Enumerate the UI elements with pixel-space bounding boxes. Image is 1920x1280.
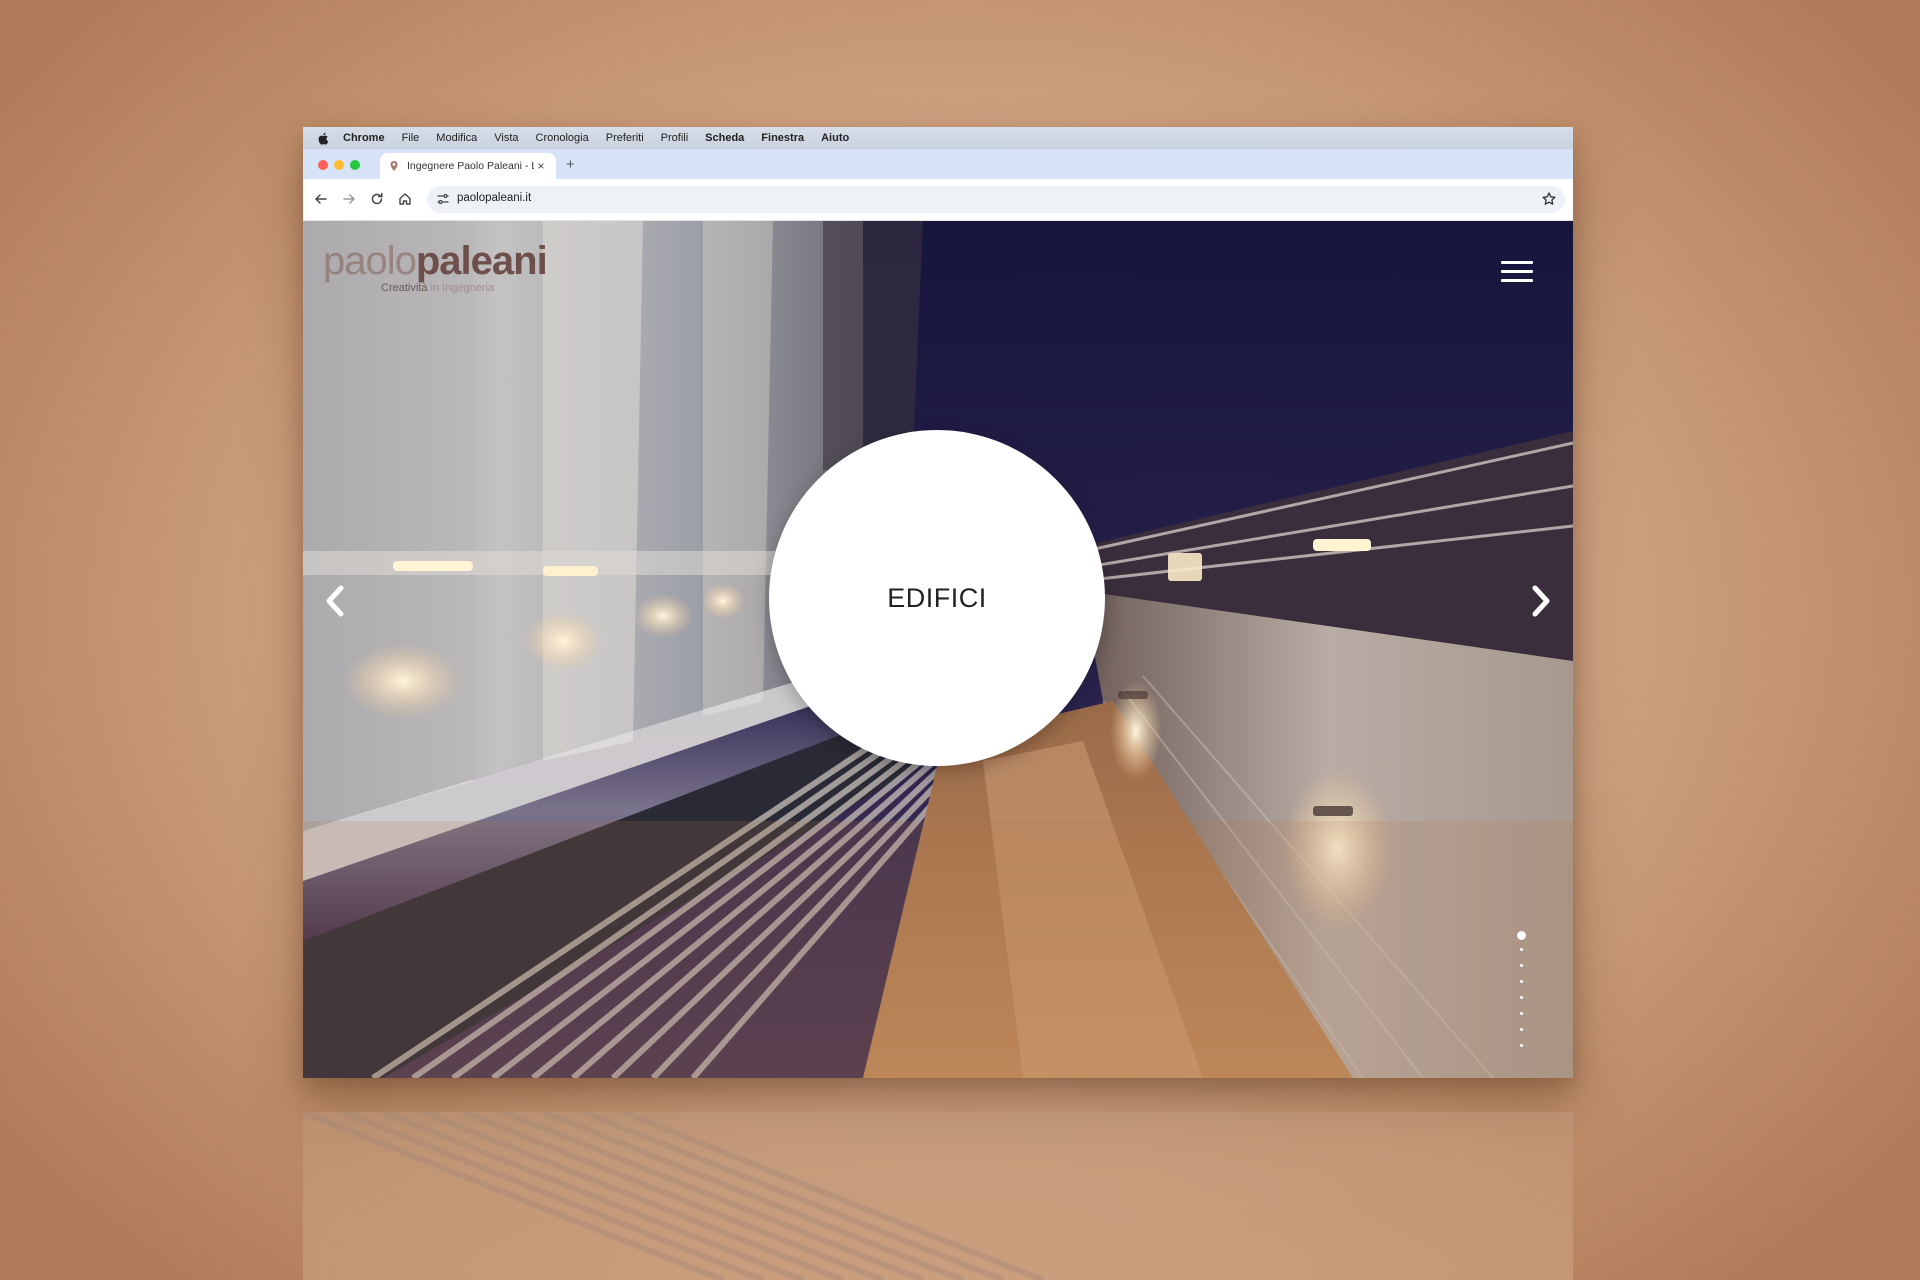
address-bar[interactable]: paolopaleani.it [427, 186, 1565, 213]
pagination-dot[interactable] [1519, 964, 1523, 967]
website-hero: paolopaleani Creatività in Ingegneria ED… [303, 221, 1573, 1078]
menu-finestra[interactable]: Finestra [761, 132, 804, 144]
hamburger-line [1501, 261, 1533, 264]
pagination-dot[interactable] [1519, 1044, 1523, 1047]
slide-label: EDIFICI [887, 582, 987, 613]
apple-icon[interactable] [317, 132, 329, 145]
zoom-window-button[interactable] [350, 160, 360, 170]
chevron-right-icon[interactable] [1529, 584, 1553, 618]
hamburger-line [1501, 279, 1533, 282]
bookmark-star-icon[interactable] [1541, 191, 1557, 207]
tab-close-icon[interactable]: × [534, 159, 548, 173]
menu-scheda[interactable]: Scheda [705, 132, 744, 144]
site-settings-icon[interactable] [436, 192, 450, 206]
home-icon[interactable] [397, 191, 413, 207]
slide-label-circle[interactable]: EDIFICI [769, 430, 1105, 766]
hamburger-line [1501, 270, 1533, 273]
tab-title: Ingegnere Paolo Paleani - Lo [407, 160, 534, 172]
reflection-image [303, 1112, 1573, 1280]
close-window-button[interactable] [318, 160, 328, 170]
pagination-dot[interactable] [1519, 1012, 1523, 1015]
tab-strip: Ingegnere Paolo Paleani - Lo × + [303, 149, 1573, 179]
logo-tagline-creativita: Creatività [381, 282, 428, 294]
pagination-dot[interactable] [1519, 1028, 1523, 1031]
logo-word-paolo: paolo [323, 239, 417, 283]
reload-icon[interactable] [369, 191, 385, 207]
browser-window: Chrome File Modifica Vista Cronologia Pr… [303, 127, 1573, 1078]
logo-word-paleani: paleani [415, 239, 548, 283]
pagination-dot[interactable] [1516, 931, 1526, 940]
menu-aiuto[interactable]: Aiuto [821, 132, 849, 144]
site-logo[interactable]: paolopaleani Creatività in Ingegneria [323, 239, 548, 294]
logo-tagline: Creatività in Ingegneria [381, 282, 494, 294]
back-icon[interactable] [313, 191, 329, 207]
favicon-icon [390, 161, 398, 171]
tab-active[interactable]: Ingegnere Paolo Paleani - Lo × [380, 153, 556, 179]
pagination-dot[interactable] [1519, 980, 1523, 983]
menu-modifica[interactable]: Modifica [436, 132, 477, 144]
hamburger-icon[interactable] [1501, 261, 1533, 283]
menu-preferiti[interactable]: Preferiti [606, 132, 644, 144]
forward-icon[interactable] [341, 191, 357, 207]
minimize-window-button[interactable] [334, 160, 344, 170]
menu-file[interactable]: File [402, 132, 420, 144]
pagination-dot[interactable] [1519, 948, 1523, 951]
browser-toolbar: paolopaleani.it [303, 179, 1573, 221]
logo-tagline-ingegneria: in Ingegneria [430, 282, 495, 294]
menu-cronologia[interactable]: Cronologia [536, 132, 589, 144]
pagination-dot[interactable] [1519, 996, 1523, 999]
menu-profili[interactable]: Profili [661, 132, 689, 144]
menu-vista[interactable]: Vista [494, 132, 518, 144]
macos-menubar: Chrome File Modifica Vista Cronologia Pr… [303, 127, 1573, 149]
url-text[interactable]: paolopaleani.it [457, 192, 531, 204]
window-reflection [303, 1112, 1573, 1280]
menu-chrome[interactable]: Chrome [343, 132, 385, 144]
slide-pagination [1516, 931, 1526, 1060]
chevron-left-icon[interactable] [323, 584, 347, 618]
new-tab-button[interactable]: + [566, 156, 575, 173]
